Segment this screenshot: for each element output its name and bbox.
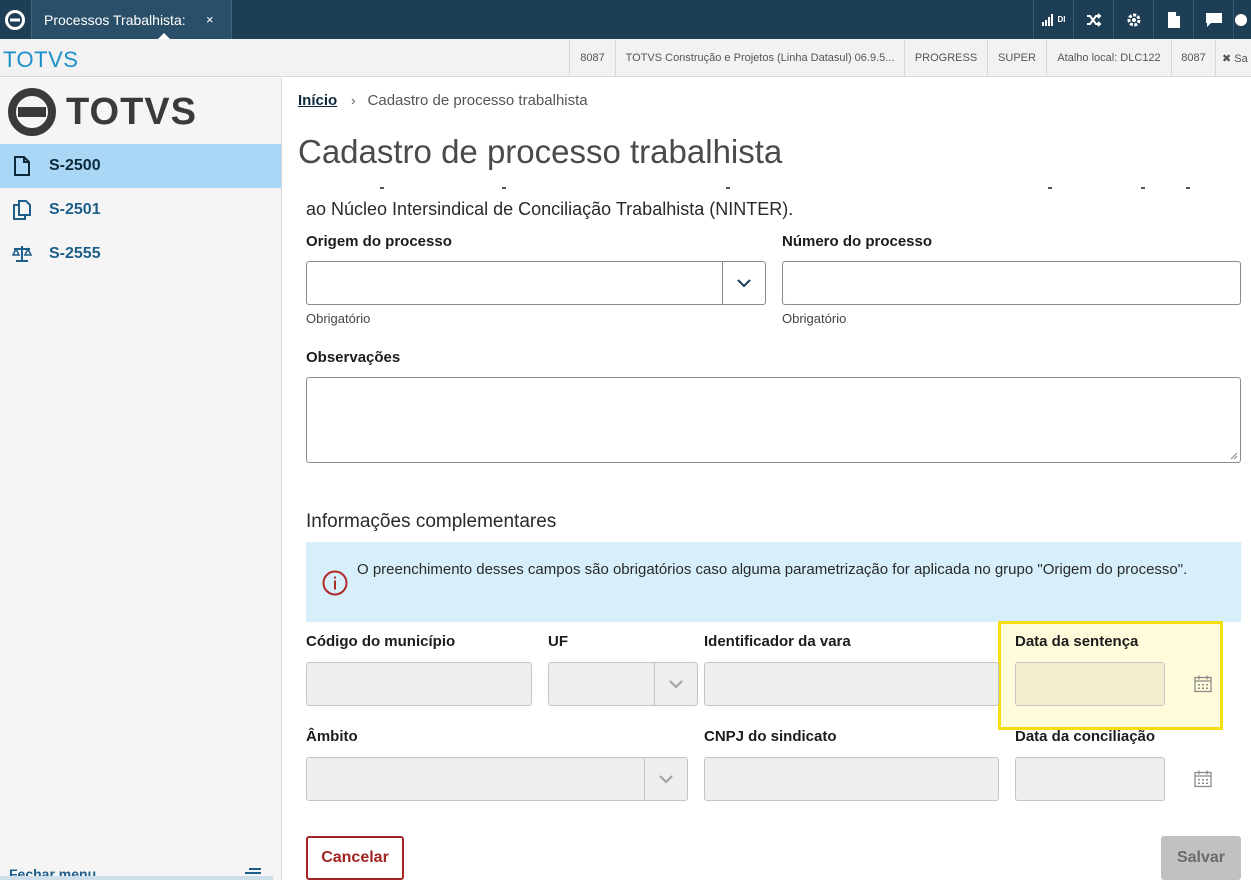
chevron-down-icon[interactable]	[654, 663, 697, 705]
sidebar-item-s-2500[interactable]: S-2500	[0, 144, 281, 188]
data-sentenca-input[interactable]	[1015, 662, 1165, 706]
info-cell: 8087	[569, 39, 615, 77]
sidebar-item-s-2501[interactable]: S-2501	[0, 188, 281, 232]
app-logo-icon[interactable]	[0, 0, 30, 39]
uf-label: UF	[548, 633, 568, 650]
observacoes-textarea[interactable]	[306, 377, 1241, 463]
cnpj-sindicato-label: CNPJ do sindicato	[704, 728, 837, 745]
info-alert: O preenchimento desses campos são obriga…	[306, 542, 1241, 622]
main-content: Início › Cadastro de processo trabalhist…	[282, 78, 1251, 880]
resize-handle-icon[interactable]	[1230, 452, 1238, 460]
signal-label: DI	[1057, 15, 1066, 24]
codigo-municipio-input[interactable]	[306, 662, 532, 706]
ambito-select[interactable]	[306, 757, 688, 801]
numero-helper: Obrigatório	[782, 311, 847, 326]
totvs-logo-icon	[8, 88, 56, 136]
ambito-label: Âmbito	[306, 728, 358, 745]
document-icon[interactable]	[1153, 0, 1193, 39]
info-circle-icon	[322, 570, 348, 596]
scale-icon	[12, 244, 32, 264]
close-menu-button[interactable]: Fechar menu	[0, 862, 281, 880]
cancel-button[interactable]: Cancelar	[306, 836, 404, 880]
power-icon[interactable]	[1233, 0, 1251, 39]
exit-button[interactable]: ✖ Sa	[1215, 39, 1251, 77]
sidebar-item-s-2555[interactable]: S-2555	[0, 232, 281, 276]
chevron-down-icon[interactable]	[722, 262, 765, 304]
cnpj-sindicato-input[interactable]	[704, 757, 999, 801]
page-title: Cadastro de processo trabalhista	[298, 133, 783, 170]
sidebar: TOTVS S-2500 S-2501 S-2555 Fechar menu	[0, 78, 282, 880]
info-cell: Atalho local: DLC122	[1046, 39, 1171, 77]
signal-icon[interactable]: DI	[1033, 0, 1073, 39]
info-cell: SUPER	[987, 39, 1046, 77]
description-text: ao Núcleo Intersindical de Conciliação T…	[306, 199, 794, 219]
data-sentenca-label: Data da sentença	[1015, 633, 1139, 650]
origem-label: Origem do processo	[306, 233, 452, 250]
clipped-text-fragment	[306, 187, 1201, 191]
breadcrumb: Início › Cadastro de processo trabalhist…	[298, 92, 588, 109]
calendar-icon[interactable]	[1194, 675, 1212, 693]
sidebar-item-label: S-2500	[49, 157, 101, 174]
chevron-down-icon[interactable]	[644, 758, 687, 800]
tab-label: Processos Trabalhista:	[44, 11, 186, 28]
brand-name: TOTVS	[3, 47, 79, 72]
info-cell: TOTVS Construção e Projetos (Linha Datas…	[615, 39, 904, 77]
codigo-municipio-label: Código do município	[306, 633, 456, 650]
chevron-right-icon: ›	[351, 93, 356, 108]
calendar-icon[interactable]	[1194, 770, 1212, 788]
sidebar-item-label: S-2555	[49, 245, 101, 262]
breadcrumb-home-link[interactable]: Início	[298, 92, 337, 109]
uf-select[interactable]	[548, 662, 698, 706]
sidebar-item-label: S-2501	[49, 201, 101, 218]
alert-message: O preenchimento desses campos são obriga…	[357, 561, 1188, 578]
shuffle-icon[interactable]	[1073, 0, 1113, 39]
info-cell: PROGRESS	[904, 39, 987, 77]
close-icon[interactable]: ×	[206, 12, 214, 27]
tab-processos-trabalhistas[interactable]: Processos Trabalhista: ×	[31, 0, 232, 40]
origem-helper: Obrigatório	[306, 311, 371, 326]
origem-select[interactable]	[306, 261, 766, 305]
footer-divider	[0, 876, 273, 880]
top-bar: Processos Trabalhista: × DI	[0, 0, 1251, 40]
copy-icon	[12, 200, 32, 220]
gear-icon[interactable]	[1113, 0, 1153, 39]
section-title: Informações complementares	[306, 511, 557, 532]
session-info: 8087 TOTVS Construção e Projetos (Linha …	[569, 39, 1251, 77]
sidebar-logo-text: TOTVS	[66, 90, 197, 133]
observacoes-label: Observações	[306, 349, 401, 366]
save-button[interactable]: Salvar	[1161, 836, 1241, 880]
breadcrumb-current: Cadastro de processo trabalhista	[367, 92, 588, 109]
data-conciliacao-label: Data da conciliação	[1015, 728, 1156, 745]
chat-icon[interactable]	[1193, 0, 1233, 39]
info-cell: 8087	[1171, 39, 1215, 77]
identificador-vara-label: Identificador da vara	[704, 633, 851, 650]
info-bar: TOTVS 8087 TOTVS Construção e Projetos (…	[0, 39, 1251, 77]
data-conciliacao-input[interactable]	[1015, 757, 1165, 801]
identificador-vara-input[interactable]	[704, 662, 999, 706]
numero-label: Número do processo	[782, 233, 933, 250]
toolbar-icons: DI	[1033, 0, 1251, 39]
document-icon	[12, 156, 32, 176]
sidebar-logo: TOTVS	[8, 87, 197, 137]
numero-input[interactable]	[782, 261, 1241, 305]
